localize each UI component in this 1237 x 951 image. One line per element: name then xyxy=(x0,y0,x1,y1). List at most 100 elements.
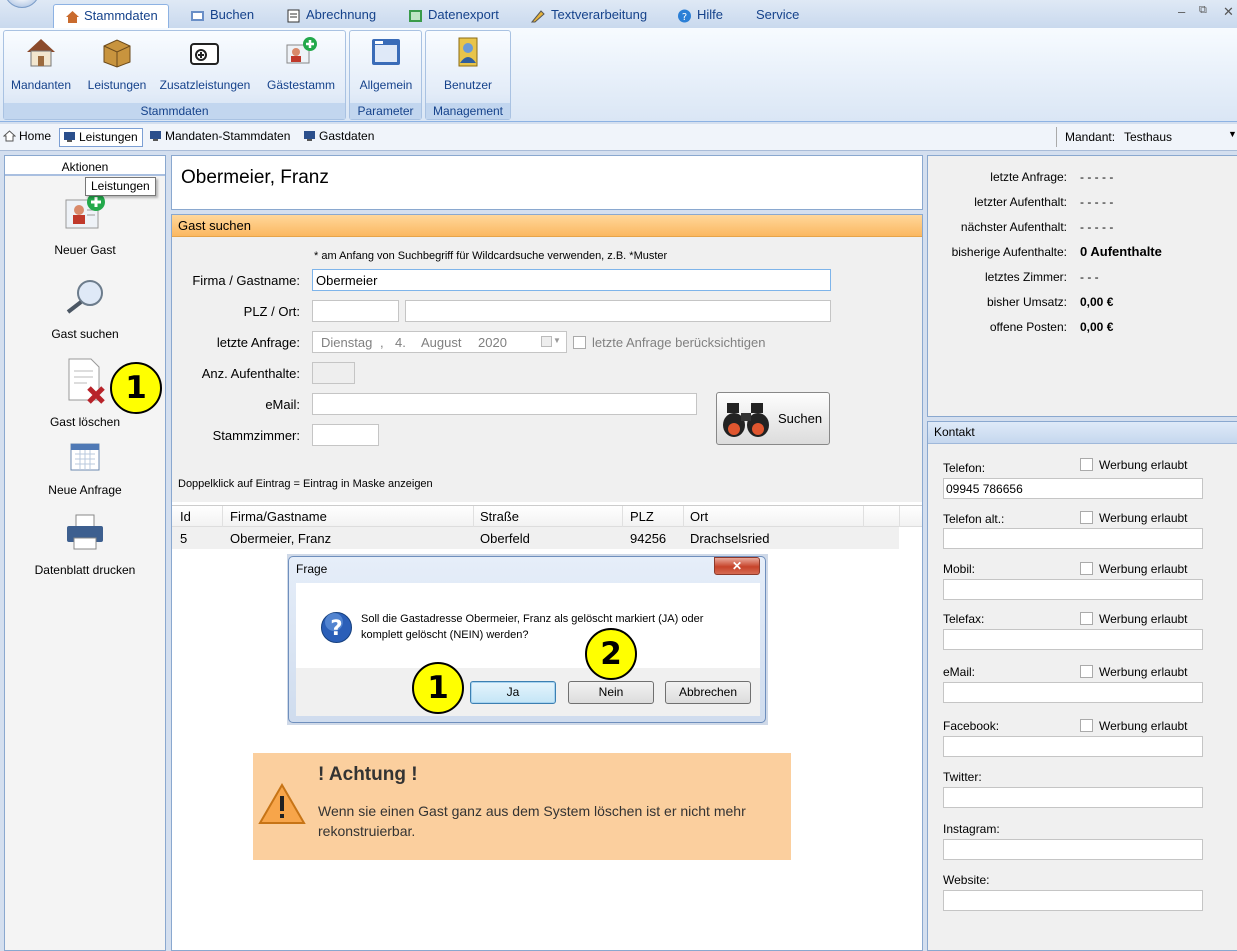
allgemein-button[interactable]: Allgemein xyxy=(353,35,419,92)
tab-service[interactable]: Service xyxy=(736,4,799,28)
ribbon-tab-bar: Stammdaten Buchen Abrechnung Datenexport… xyxy=(0,0,1237,28)
stat-value: - - - - - xyxy=(1080,220,1114,234)
tab-buchen[interactable]: Buchen xyxy=(190,4,254,28)
firma-input[interactable]: Obermeier xyxy=(312,269,831,291)
gast-suchen-action[interactable]: Gast suchen xyxy=(5,276,165,341)
instagram-label: Instagram: xyxy=(943,822,1000,836)
anfrage-checkbox[interactable]: letzte Anfrage berücksichtigen xyxy=(573,335,765,350)
warning-title: ! Achtung ! xyxy=(318,764,418,785)
binoculars-icon xyxy=(723,403,769,437)
question-icon: ? xyxy=(321,612,352,643)
app-orb-icon[interactable] xyxy=(4,0,40,8)
mandant-selector[interactable]: Mandant: Testhaus ▼ xyxy=(1056,127,1237,147)
minimize-button[interactable]: – xyxy=(1178,4,1185,19)
ort-input[interactable] xyxy=(405,300,831,322)
tab-hilfe[interactable]: ? Hilfe xyxy=(677,4,723,28)
neuer-gast-action[interactable]: Neuer Gast xyxy=(5,192,165,257)
search-button[interactable]: Suchen xyxy=(716,392,830,445)
chevron-down-icon[interactable]: ▼ xyxy=(1228,129,1237,139)
zusatzleistungen-button[interactable]: Zusatzleistungen xyxy=(155,35,255,92)
telefon-input[interactable]: 09945 786656 xyxy=(943,478,1203,499)
email-input[interactable] xyxy=(312,393,697,415)
user-book-icon xyxy=(458,37,478,67)
plz-ort-label: PLZ / Ort: xyxy=(243,304,300,319)
telefon-alt-input[interactable] xyxy=(943,528,1203,549)
stat-label: nächster Aufenthalt: xyxy=(960,220,1067,234)
gaestestamm-button[interactable]: Gästestamm xyxy=(261,35,341,92)
ribbon-group-parameter: Allgemein Parameter xyxy=(349,30,422,120)
mobil-input[interactable] xyxy=(943,579,1203,600)
ribbon-group-management: Benutzer Management xyxy=(425,30,511,120)
facebook-input[interactable] xyxy=(943,736,1203,757)
search-section-title: Gast suchen xyxy=(172,215,922,237)
nav-mandaten-stammdaten[interactable]: Mandaten-Stammdaten xyxy=(146,128,290,147)
werbung-checkbox[interactable]: Werbung erlaubt xyxy=(1080,562,1188,576)
tab-label: Stammdaten xyxy=(84,8,158,23)
tab-stammdaten[interactable]: Stammdaten xyxy=(53,4,169,28)
chevron-down-icon[interactable]: ▼ xyxy=(553,336,561,345)
table-row[interactable]: 5 Obermeier, Franz Oberfeld 94256 Drachs… xyxy=(172,527,899,549)
leistungen-button[interactable]: Leistungen xyxy=(82,35,152,92)
werbung-checkbox[interactable]: Werbung erlaubt xyxy=(1080,612,1188,626)
dialog-close-button[interactable]: ✕ xyxy=(714,557,760,575)
stat-value: 0,00 € xyxy=(1080,295,1114,309)
instagram-input[interactable] xyxy=(943,839,1203,860)
stammzimmer-input[interactable] xyxy=(312,424,379,446)
werbung-checkbox[interactable]: Werbung erlaubt xyxy=(1080,665,1188,679)
date-picker[interactable]: Dienstag , 4. August 2020 ▼ xyxy=(312,331,567,353)
column-header[interactable]: Id xyxy=(180,509,191,524)
aufenthalte-input[interactable] xyxy=(312,362,355,384)
twitter-input[interactable] xyxy=(943,787,1203,808)
werbung-checkbox[interactable]: Werbung erlaubt xyxy=(1080,511,1188,525)
checkbox-box[interactable] xyxy=(573,336,586,349)
stat-label: letztes Zimmer: xyxy=(984,270,1067,284)
guest-add-icon xyxy=(286,37,317,64)
warning-icon xyxy=(258,783,306,824)
stat-value: - - - - - xyxy=(1080,170,1114,184)
website-input[interactable] xyxy=(943,890,1203,911)
ja-button[interactable]: Ja xyxy=(470,681,556,704)
home-icon xyxy=(3,130,16,142)
telefon-alt-label: Telefon alt.: xyxy=(943,512,1005,526)
email-input[interactable] xyxy=(943,682,1203,703)
text-edit-icon xyxy=(531,10,545,23)
nav-home[interactable]: Home xyxy=(0,128,51,147)
datenblatt-drucken-action[interactable]: Datenblatt drucken xyxy=(5,512,165,577)
column-header[interactable]: Straße xyxy=(480,509,519,524)
column-header[interactable]: Firma/Gastname xyxy=(230,509,327,524)
neue-anfrage-action[interactable]: Neue Anfrage xyxy=(5,440,165,497)
warning-text: Wenn sie einen Gast ganz aus dem System … xyxy=(318,803,746,839)
callout-marker: 1 xyxy=(110,362,162,414)
aufenthalte-label: Anz. Aufenthalte: xyxy=(201,366,300,381)
close-button[interactable]: ✕ xyxy=(1223,4,1234,20)
svg-text:?: ? xyxy=(330,616,342,640)
stat-value: 0 Aufenthalte xyxy=(1080,244,1162,259)
guest-add-icon xyxy=(65,193,105,229)
mandanten-button[interactable]: Mandanten xyxy=(8,35,74,92)
leistungen-tooltip: Leistungen xyxy=(85,177,156,196)
calendar-icon[interactable] xyxy=(541,336,552,347)
column-header[interactable]: Ort xyxy=(690,509,708,524)
ribbon-group-label: Management xyxy=(426,103,510,119)
telefax-label: Telefax: xyxy=(943,612,985,626)
restore-button[interactable]: ⧉ xyxy=(1199,4,1207,17)
tab-textverarbeitung[interactable]: Textverarbeitung xyxy=(531,4,647,28)
house-icon xyxy=(27,39,55,67)
letzte-anfrage-label: letzte Anfrage: xyxy=(216,335,300,350)
book-icon xyxy=(191,11,204,21)
werbung-checkbox[interactable]: Werbung erlaubt xyxy=(1080,458,1188,472)
werbung-checkbox[interactable]: Werbung erlaubt xyxy=(1080,719,1188,733)
column-header[interactable]: PLZ xyxy=(630,509,654,524)
actions-title: Aktionen xyxy=(5,156,165,176)
tab-abrechnung[interactable]: Abrechnung xyxy=(286,4,376,28)
telefax-input[interactable] xyxy=(943,629,1203,650)
abbrechen-button[interactable]: Abbrechen xyxy=(665,681,751,704)
benutzer-button[interactable]: Benutzer xyxy=(429,35,507,92)
guest-name-box: Obermeier, Franz xyxy=(171,155,923,210)
nav-gastdaten[interactable]: Gastdaten xyxy=(300,128,374,147)
plz-input[interactable] xyxy=(312,300,399,322)
tab-datenexport[interactable]: Datenexport xyxy=(408,4,499,28)
nein-button[interactable]: Nein xyxy=(568,681,654,704)
nav-leistungen[interactable]: Leistungen xyxy=(59,128,143,147)
magnifier-icon xyxy=(66,280,103,314)
